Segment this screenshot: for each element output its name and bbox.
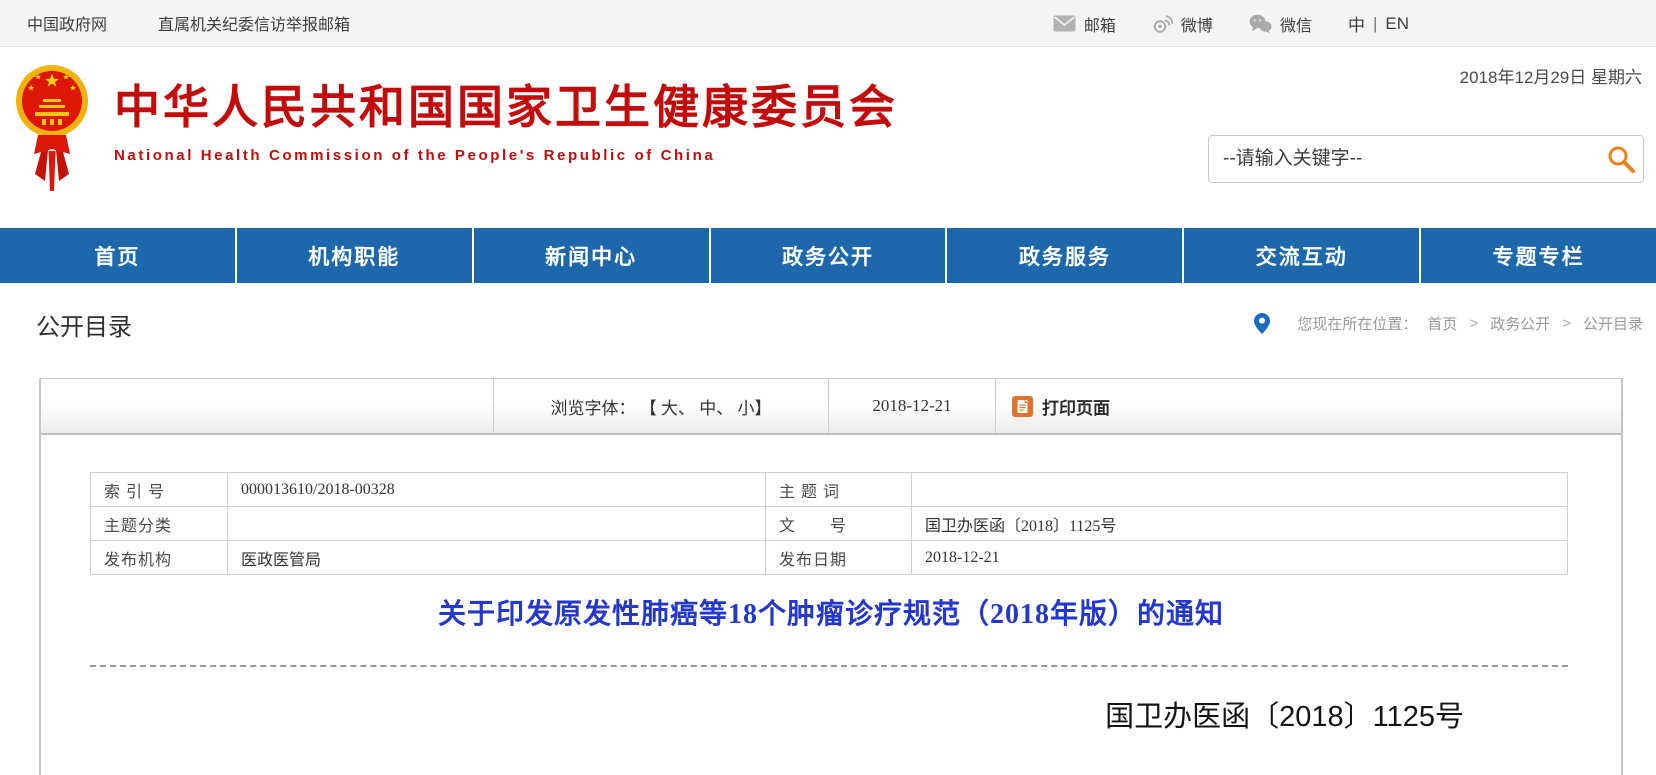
breadcrumb-gov-disclosure[interactable]: 政务公开 — [1490, 313, 1550, 334]
breadcrumb-separator: > — [1562, 315, 1571, 332]
font-size-control: 浏览字体： 【 大、 中、 小】 — [493, 379, 828, 433]
page-title: 公开目录 — [36, 307, 132, 342]
lang-separator: | — [1373, 14, 1377, 34]
national-emblem-icon — [14, 61, 90, 197]
meta-label-topic-category: 主题分类 — [91, 507, 228, 541]
mail-icon — [1053, 15, 1076, 32]
breadcrumb-prefix: 您现在所在位置： — [1297, 313, 1417, 334]
meta-label-issuing-agency: 发布机构 — [91, 541, 228, 575]
document-number: 国卫办医函〔2018〕1125号 — [41, 693, 1621, 735]
mail-link[interactable]: 邮箱 — [1053, 12, 1116, 36]
search-input[interactable] — [1208, 135, 1644, 183]
publish-date: 2018-12-21 — [828, 379, 995, 433]
content-box: 浏览字体： 【 大、 中、 小】 2018-12-21 打印页面 索 引 号 0 — [39, 378, 1623, 775]
meta-value-subject-words — [912, 473, 1568, 507]
meta-label-subject-words: 主 题 词 — [766, 473, 912, 507]
weibo-icon — [1152, 14, 1173, 33]
link-gov-cn[interactable]: 中国政府网 — [27, 11, 107, 35]
language-switch: 中 | EN — [1348, 11, 1409, 36]
site-title-cn: 中华人民共和国国家卫生健康委员会 — [114, 81, 898, 133]
table-row: 发布机构 医政医管局 发布日期 2018-12-21 — [91, 541, 1568, 575]
search-box — [1208, 135, 1644, 183]
font-size-label: 浏览字体： — [551, 394, 636, 419]
nav-item-home[interactable]: 首页 — [0, 228, 235, 283]
breadcrumb-home[interactable]: 首页 — [1427, 313, 1457, 334]
location-pin-icon — [1254, 313, 1270, 334]
print-page-button[interactable]: 打印页面 — [1012, 394, 1110, 419]
article-title: 关于印发原发性肺癌等18个肿瘤诊疗规范（2018年版）的通知 — [41, 592, 1621, 632]
meta-value-publish-date: 2018-12-21 — [912, 541, 1568, 575]
nav-item-gov-disclosure[interactable]: 政务公开 — [709, 228, 946, 283]
page: 中国政府网 直属机关纪委信访举报邮箱 邮箱 微博 微信 — [0, 0, 1656, 775]
wechat-link[interactable]: 微信 — [1249, 12, 1312, 36]
font-size-medium-button[interactable]: 中 — [699, 394, 716, 419]
meta-value-doc-number: 国卫办医函〔2018〕1125号 — [912, 507, 1568, 541]
size-separator: 、 — [716, 394, 733, 419]
nav-item-news[interactable]: 新闻中心 — [472, 228, 709, 283]
font-size-small-button[interactable]: 小 — [738, 394, 755, 419]
toolbar-spacer — [41, 379, 493, 433]
document-metadata-table: 索 引 号 000013610/2018-00328 主 题 词 主题分类 文 … — [90, 472, 1568, 575]
meta-label-index-no: 索 引 号 — [91, 473, 228, 507]
article-toolbar: 浏览字体： 【 大、 中、 小】 2018-12-21 打印页面 — [41, 378, 1621, 435]
page-header-row: 公开目录 您现在所在位置： 首页 > 政务公开 > 公开目录 — [0, 283, 1656, 378]
meta-value-topic-category — [228, 507, 766, 541]
current-date: 2018年12月29日 星期六 — [1460, 63, 1642, 88]
breadcrumb-separator: > — [1469, 315, 1478, 332]
weibo-label: 微博 — [1181, 12, 1213, 36]
meta-value-index-no: 000013610/2018-00328 — [228, 473, 766, 507]
table-row: 主题分类 文 号 国卫办医函〔2018〕1125号 — [91, 507, 1568, 541]
meta-value-issuing-agency: 医政医管局 — [228, 541, 766, 575]
print-icon — [1012, 396, 1033, 417]
topbar-right-group: 邮箱 微博 微信 中 | EN — [1053, 0, 1409, 47]
search-icon — [1606, 144, 1636, 174]
lang-zh-button[interactable]: 中 — [1348, 11, 1365, 36]
breadcrumb: 您现在所在位置： 首页 > 政务公开 > 公开目录 — [1254, 313, 1643, 334]
toolbar-print-cell: 打印页面 — [995, 379, 1621, 433]
dashed-divider — [90, 665, 1568, 667]
nav-item-functions[interactable]: 机构职能 — [235, 228, 472, 283]
font-size-large-button[interactable]: 大 — [661, 394, 678, 419]
wechat-icon — [1249, 14, 1272, 33]
nav-item-special-topics[interactable]: 专题专栏 — [1419, 228, 1656, 283]
lang-en-button[interactable]: EN — [1385, 14, 1409, 34]
weibo-link[interactable]: 微博 — [1152, 12, 1213, 36]
site-title-en: National Health Commission of the People… — [114, 147, 898, 164]
site-logo[interactable]: 中华人民共和国国家卫生健康委员会 National Health Commiss… — [14, 61, 898, 197]
nav-item-gov-services[interactable]: 政务服务 — [945, 228, 1182, 283]
bracket-close: 】 — [755, 394, 772, 419]
logo-text: 中华人民共和国国家卫生健康委员会 National Health Commiss… — [114, 61, 898, 164]
table-row: 索 引 号 000013610/2018-00328 主 题 词 — [91, 473, 1568, 507]
meta-label-doc-number: 文 号 — [766, 507, 912, 541]
top-utility-bar: 中国政府网 直属机关纪委信访举报邮箱 邮箱 微博 微信 — [0, 0, 1656, 47]
search-button[interactable] — [1604, 143, 1638, 177]
size-separator: 、 — [678, 394, 695, 419]
mail-label: 邮箱 — [1084, 12, 1116, 36]
bracket-open: 【 — [640, 394, 657, 419]
main-nav: 首页 机构职能 新闻中心 政务公开 政务服务 交流互动 专题专栏 — [0, 228, 1656, 283]
link-discipline-mailbox[interactable]: 直属机关纪委信访举报邮箱 — [158, 11, 350, 35]
site-header: 中华人民共和国国家卫生健康委员会 National Health Commiss… — [0, 47, 1656, 228]
nav-item-interaction[interactable]: 交流互动 — [1182, 228, 1419, 283]
print-page-label: 打印页面 — [1042, 394, 1110, 419]
breadcrumb-current[interactable]: 公开目录 — [1583, 313, 1643, 334]
wechat-label: 微信 — [1280, 12, 1312, 36]
meta-label-publish-date: 发布日期 — [766, 541, 912, 575]
